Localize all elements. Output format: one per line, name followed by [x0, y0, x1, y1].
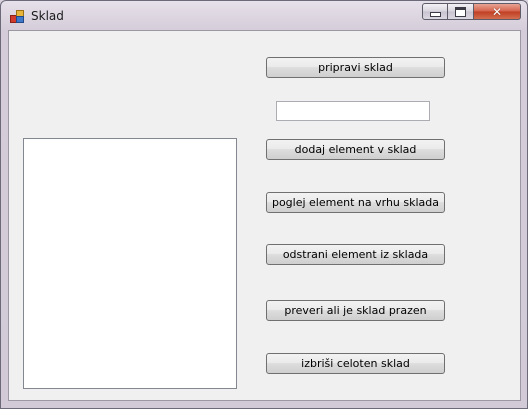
maximize-icon [455, 6, 466, 17]
peek-top-button[interactable]: poglej element na vrhu sklada [266, 192, 445, 213]
maximize-button[interactable] [448, 3, 474, 20]
close-icon: ✕ [491, 4, 503, 19]
stack-listbox[interactable] [23, 138, 237, 389]
check-empty-button[interactable]: preveri ali je sklad prazen [266, 300, 445, 321]
clear-stack-button[interactable]: izbriši celoten sklad [266, 353, 445, 374]
close-button[interactable]: ✕ [474, 3, 521, 20]
title-bar[interactable]: Sklad ✕ [1, 1, 527, 31]
push-element-button[interactable]: dodaj element v sklad [266, 139, 445, 160]
minimize-button[interactable] [422, 3, 448, 20]
window-title: Sklad [31, 9, 64, 23]
minimize-icon [429, 12, 441, 17]
prepare-stack-button[interactable]: pripravi sklad [266, 57, 445, 78]
pop-element-button[interactable]: odstrani element iz sklada [266, 244, 445, 265]
app-icon[interactable] [10, 10, 24, 23]
form-client-area: pripravi sklad dodaj element v sklad pog… [8, 30, 521, 401]
main-window: Sklad ✕ pripravi sklad dodaj element v s… [0, 0, 528, 409]
element-input[interactable] [276, 101, 430, 121]
